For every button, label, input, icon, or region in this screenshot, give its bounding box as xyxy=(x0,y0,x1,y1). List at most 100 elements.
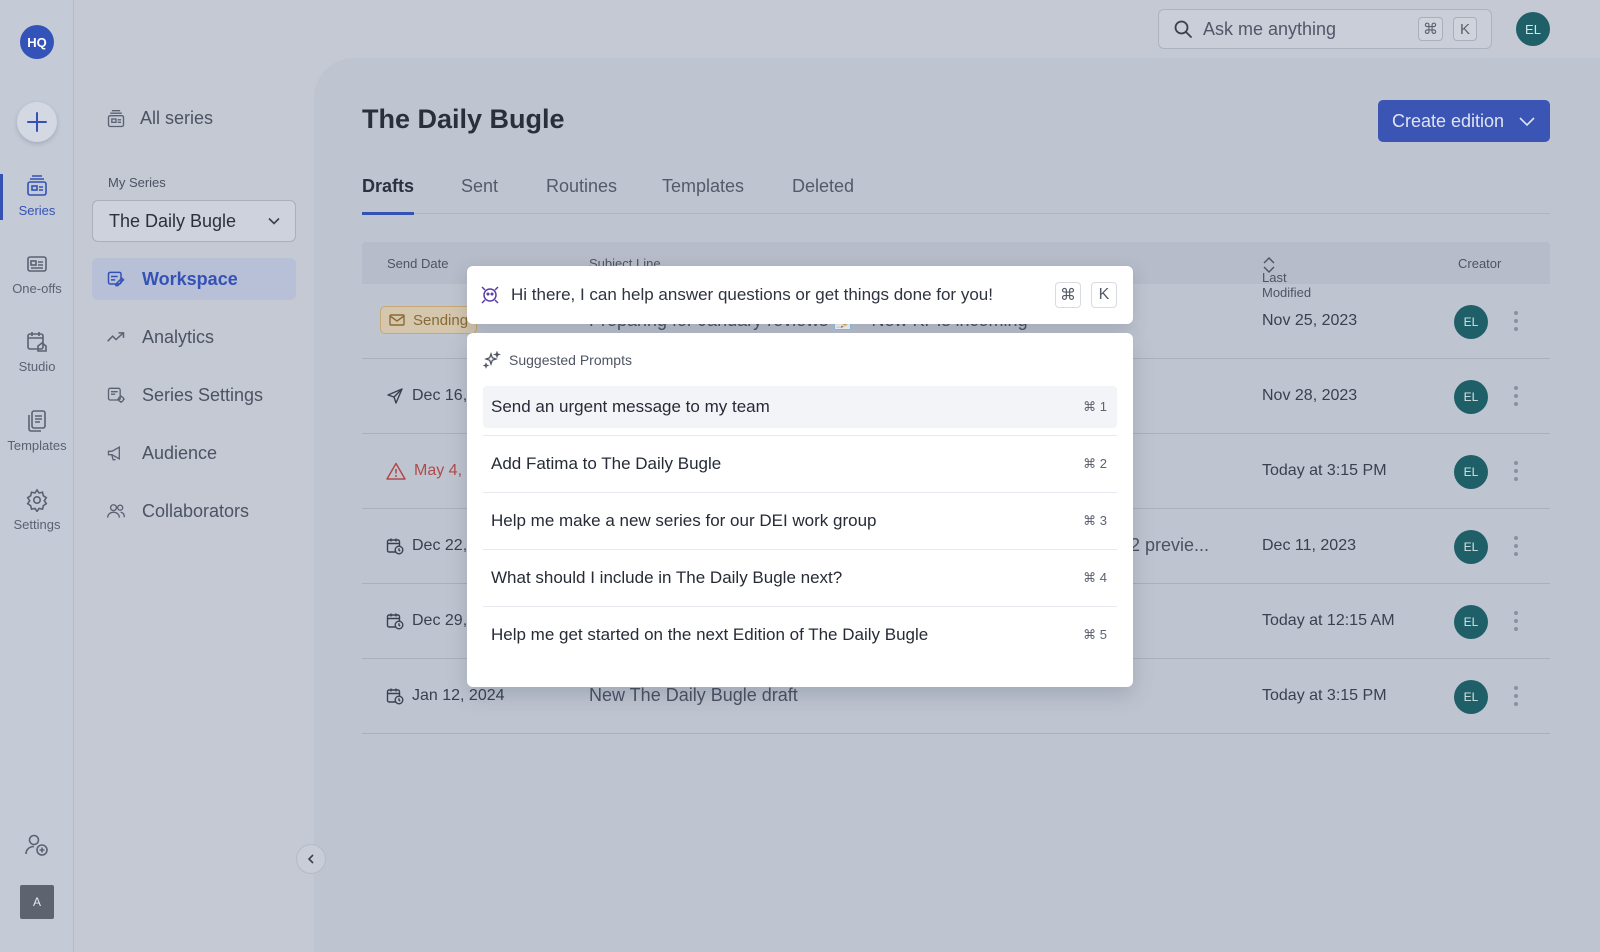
tab-bar: Drafts Sent Routines Templates Deleted xyxy=(362,176,1550,215)
send-date-text: Dec 29, xyxy=(412,612,468,629)
column-last-modified[interactable]: Last Modified xyxy=(1262,256,1311,300)
tab-routines[interactable]: Routines xyxy=(546,176,617,214)
create-edition-label: Create edition xyxy=(1391,110,1505,131)
more-options-icon[interactable] xyxy=(1512,535,1520,557)
last-modified-cell: Today at 3:15 PM xyxy=(1262,687,1387,704)
prompt-item[interactable]: Help me get started on the next Edition … xyxy=(483,614,1117,656)
subnav-item-series-settings[interactable]: Series Settings xyxy=(92,374,296,416)
rail-item-series[interactable]: Series xyxy=(0,174,74,236)
subnav-item-label: Collaborators xyxy=(142,500,250,521)
prompt-text: What should I include in The Daily Bugle… xyxy=(491,568,843,587)
analytics-icon xyxy=(107,332,125,342)
send-date-text: Jan 12, 2024 xyxy=(412,687,505,704)
prompt-item[interactable]: Send an urgent message to my team ⌘ 1 xyxy=(483,386,1117,428)
rail-item-one-offs[interactable]: One-offs xyxy=(0,252,74,314)
create-new-button[interactable] xyxy=(17,102,57,142)
last-modified-cell: Dec 11, 2023 xyxy=(1262,537,1356,554)
tab-drafts[interactable]: Drafts xyxy=(362,176,415,215)
series-sidebar: All series My Series The Daily Bugle Wor… xyxy=(74,0,314,952)
prompt-text: Add Fatima to The Daily Bugle xyxy=(491,454,722,473)
shortcut-k-key: K xyxy=(1453,17,1477,41)
subnav-item-label: Analytics xyxy=(142,326,215,347)
assistant-icon xyxy=(481,286,499,304)
subnav-item-analytics[interactable]: Analytics xyxy=(92,316,296,358)
search-icon xyxy=(1174,20,1192,38)
send-date-cell: Sending xyxy=(380,306,478,334)
creator-avatar: EL xyxy=(1454,530,1488,564)
column-send-date[interactable]: Send Date xyxy=(387,256,448,271)
more-options-icon[interactable] xyxy=(1512,610,1520,632)
plus-icon xyxy=(27,112,47,132)
megaphone-icon xyxy=(107,446,120,461)
series-select[interactable]: The Daily Bugle xyxy=(92,200,296,242)
page-title: The Daily Bugle xyxy=(362,104,565,134)
divider xyxy=(483,435,1117,436)
user-avatar[interactable]: A xyxy=(20,885,54,919)
shortcut-cmd-key: ⌘ xyxy=(1418,17,1443,41)
prompt-item[interactable]: Add Fatima to The Daily Bugle ⌘ 2 xyxy=(483,443,1117,485)
send-date-text: Dec 16, xyxy=(412,387,468,404)
more-options-icon[interactable] xyxy=(1512,310,1520,332)
gear-icon xyxy=(26,488,48,512)
users-icon xyxy=(107,504,125,518)
workspace-icon xyxy=(107,271,125,287)
assistant-input[interactable]: Hi there, I can help answer questions or… xyxy=(467,266,1133,324)
prompt-item[interactable]: Help me make a new series for our DEI wo… xyxy=(483,500,1117,542)
tab-sent[interactable]: Sent xyxy=(461,176,498,214)
studio-icon xyxy=(27,332,47,352)
prompt-shortcut: ⌘ 2 xyxy=(1083,456,1107,471)
create-edition-button[interactable]: Create edition xyxy=(1378,100,1550,142)
subject-cell[interactable]: New The Daily Bugle draft xyxy=(589,685,798,706)
chevron-down-icon xyxy=(268,217,280,225)
add-user-icon[interactable] xyxy=(24,832,50,858)
profile-avatar[interactable]: EL xyxy=(1516,12,1550,46)
shortcut-k-key: K xyxy=(1091,282,1117,308)
rail-item-templates[interactable]: Templates xyxy=(0,409,74,471)
creator-avatar: EL xyxy=(1454,455,1488,489)
my-series-heading: My Series xyxy=(108,175,166,190)
more-options-icon[interactable] xyxy=(1512,460,1520,482)
rail-item-settings[interactable]: Settings xyxy=(0,488,74,550)
subject-cell[interactable]: 2 previe... xyxy=(1130,535,1209,556)
ask-search-bar[interactable]: Ask me anything ⌘ K xyxy=(1158,9,1492,49)
creator-avatar: EL xyxy=(1454,380,1488,414)
app-logo[interactable]: HQ xyxy=(20,25,54,59)
series-settings-icon xyxy=(107,387,125,403)
divider xyxy=(483,606,1117,607)
all-series-link[interactable]: All series xyxy=(106,108,213,129)
templates-icon xyxy=(28,410,46,432)
subnav-item-label: Workspace xyxy=(142,268,238,289)
more-options-icon[interactable] xyxy=(1512,685,1520,707)
assistant-greeting: Hi there, I can help answer questions or… xyxy=(511,285,993,304)
shortcut-cmd-key: ⌘ xyxy=(1055,282,1081,308)
subnav-item-label: Audience xyxy=(142,442,218,463)
subnav-item-workspace[interactable]: Workspace xyxy=(92,258,296,300)
series-select-value: The Daily Bugle xyxy=(109,210,237,231)
send-date-cell: Dec 16, xyxy=(386,387,467,405)
creator-avatar: EL xyxy=(1454,305,1488,339)
last-modified-cell: Today at 3:15 PM xyxy=(1262,462,1387,479)
rail-item-label: One-offs xyxy=(12,281,62,296)
chevron-down-icon xyxy=(1519,117,1535,127)
calendar-clock-icon xyxy=(386,613,404,630)
tab-deleted[interactable]: Deleted xyxy=(792,176,854,214)
sending-label: Sending xyxy=(413,311,469,329)
more-options-icon[interactable] xyxy=(1512,385,1520,407)
tab-templates[interactable]: Templates xyxy=(662,176,744,214)
prompt-shortcut: ⌘ 4 xyxy=(1083,570,1107,585)
rail-item-label: Series xyxy=(18,203,56,218)
collapse-sidebar-button[interactable] xyxy=(296,844,326,874)
search-placeholder: Ask me anything xyxy=(1203,18,1337,39)
prompt-shortcut: ⌘ 3 xyxy=(1083,513,1107,528)
app-rail: HQ Series One-offs Studio Templates Sett… xyxy=(0,0,74,952)
rail-item-studio[interactable]: Studio xyxy=(0,330,74,392)
send-date-cell: Dec 22, xyxy=(386,537,467,555)
subnav-item-audience[interactable]: Audience xyxy=(92,432,296,474)
subnav-item-label: Series Settings xyxy=(142,384,264,405)
prompt-item[interactable]: What should I include in The Daily Bugle… xyxy=(483,557,1117,599)
sparkle-icon xyxy=(483,351,501,369)
prompt-shortcut: ⌘ 5 xyxy=(1083,627,1107,642)
warning-icon xyxy=(386,462,406,480)
subnav-item-collaborators[interactable]: Collaborators xyxy=(92,490,296,532)
suggested-prompts-label: Suggested Prompts xyxy=(509,352,632,368)
